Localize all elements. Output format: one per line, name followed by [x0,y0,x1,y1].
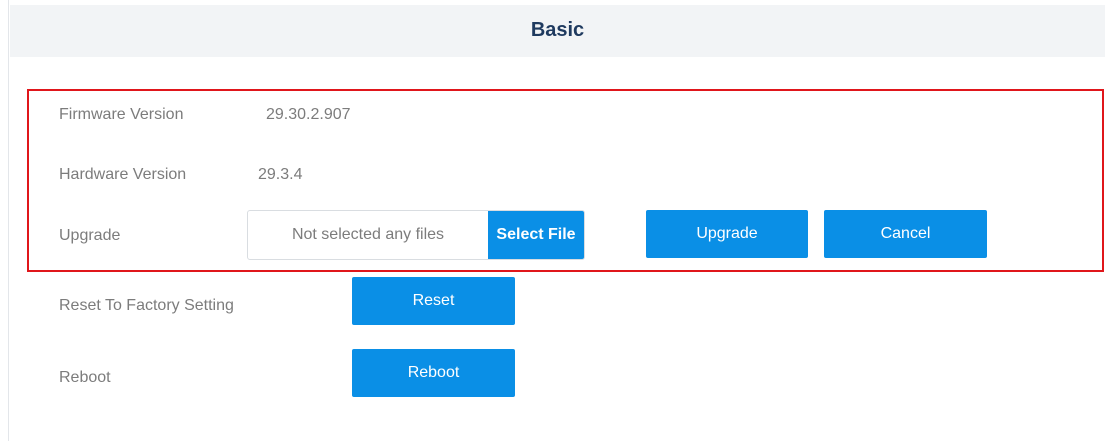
select-file-button[interactable]: Select File [488,211,584,259]
reboot-button[interactable]: Reboot [352,349,515,397]
hardware-version-label: Hardware Version [59,166,187,183]
section-header: Basic [10,5,1105,57]
reset-button[interactable]: Reset [352,277,515,325]
upgrade-label: Upgrade [59,227,121,244]
firmware-version-value: 29.30.2.907 [266,106,351,123]
firmware-file-input[interactable]: Not selected any files Select File [247,210,585,260]
firmware-version-label: Firmware Version [59,106,184,123]
hardware-version-value: 29.3.4 [258,166,303,183]
reboot-label: Reboot [59,369,111,386]
upgrade-button[interactable]: Upgrade [646,210,808,258]
reset-factory-label: Reset To Factory Setting [59,297,234,314]
cancel-button[interactable]: Cancel [824,210,987,258]
page-title: Basic [530,19,585,41]
file-placeholder-text: Not selected any files [291,226,445,243]
left-border [0,0,9,441]
